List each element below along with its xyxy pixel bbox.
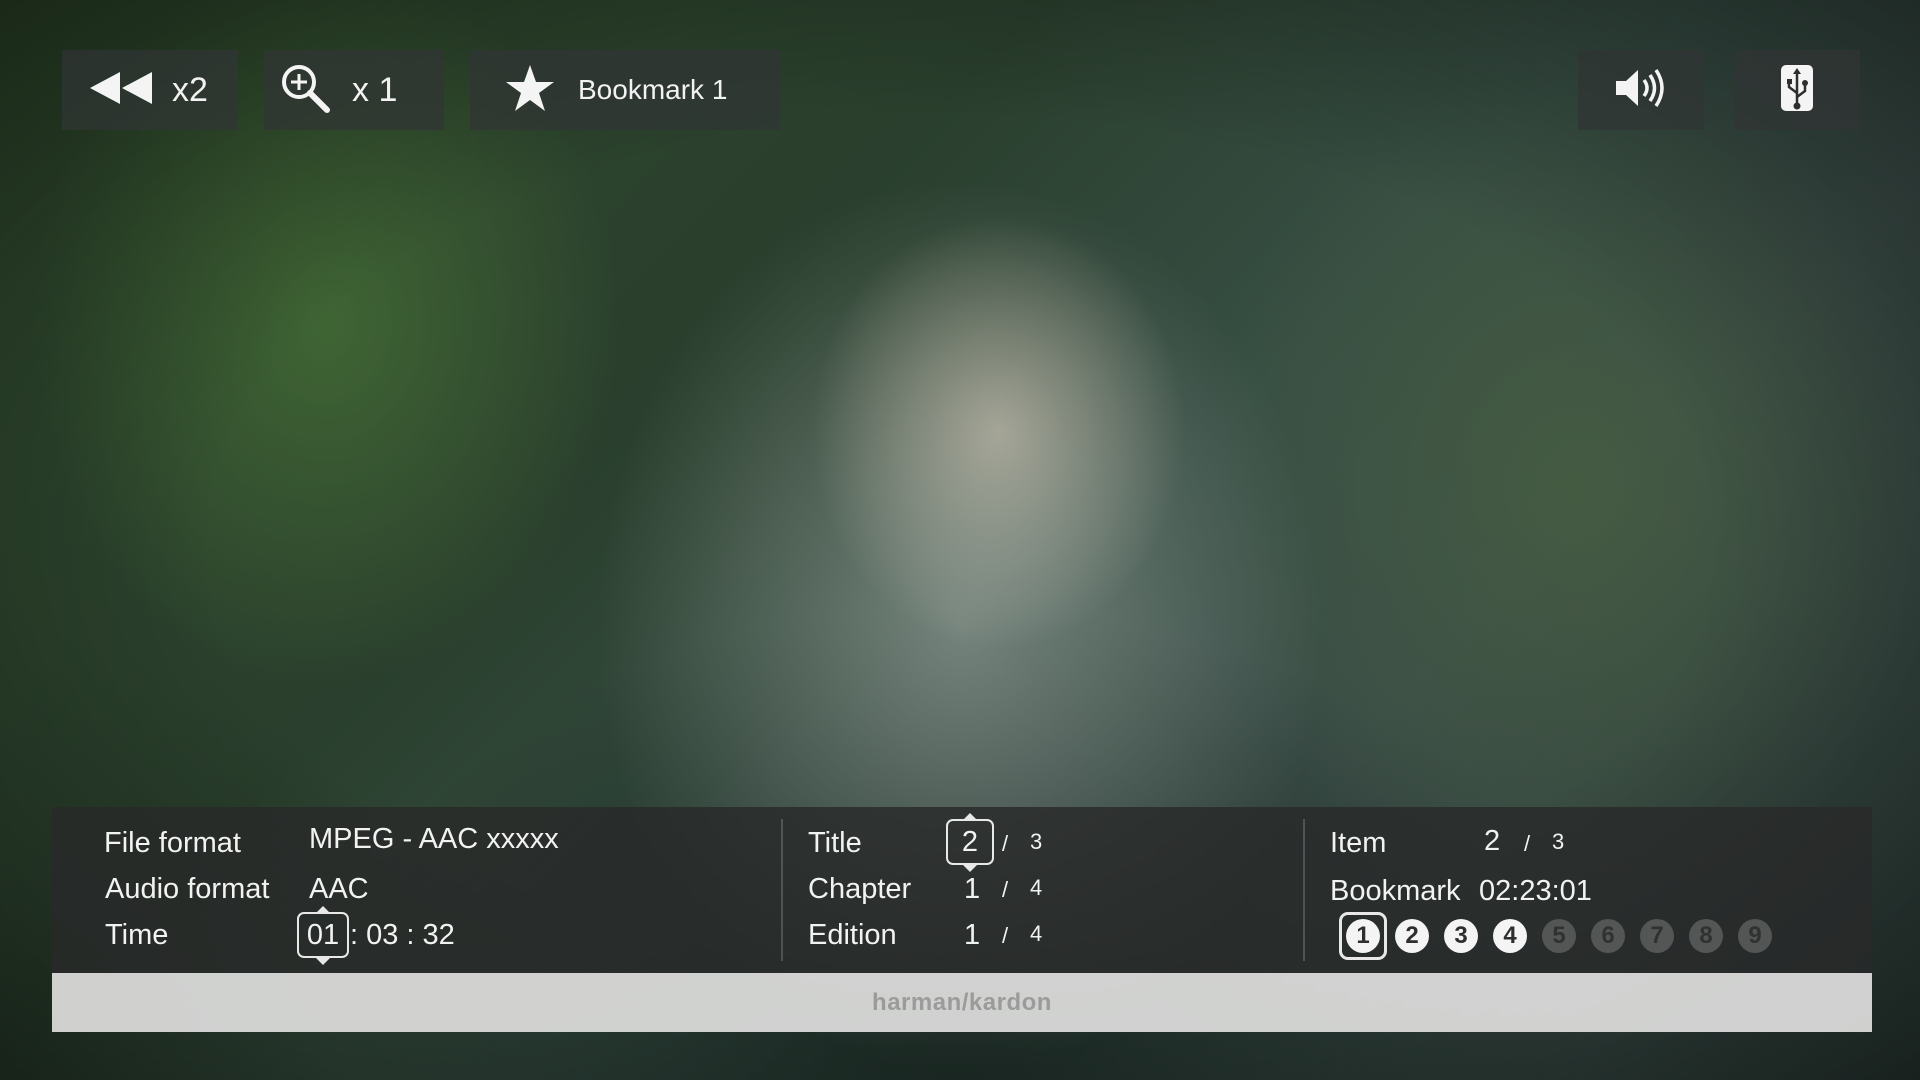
title-label: Title <box>808 827 862 859</box>
title-down-arrow-icon[interactable] <box>963 865 977 872</box>
file-format-value: MPEG - AAC xxxxx <box>309 823 559 855</box>
zoom-button[interactable]: x 1 <box>264 50 444 130</box>
harman-kardon-logo: harman/kardon <box>872 988 1052 1016</box>
audio-format-value: AAC <box>309 873 369 905</box>
rewind-speed-label: x2 <box>172 70 208 109</box>
bookmark-slot-8[interactable]: 8 <box>1689 919 1723 953</box>
chapter-label: Chapter <box>808 873 912 905</box>
panel-divider <box>781 819 783 961</box>
time-up-arrow-icon[interactable] <box>316 906 330 913</box>
bookmark-slot-2[interactable]: 2 <box>1395 919 1429 953</box>
bookmark-slot-3[interactable]: 3 <box>1444 919 1478 953</box>
edition-label: Edition <box>808 919 897 951</box>
bookmark-slot-5[interactable]: 5 <box>1542 919 1576 953</box>
title-current-value: 2 <box>961 825 979 858</box>
edition-current-value: 1 <box>964 919 981 951</box>
item-current-value: 2 <box>1484 825 1501 857</box>
time-rest-value: : 03 : 32 <box>350 919 455 951</box>
bookmark-button[interactable]: Bookmark 1 <box>470 50 780 130</box>
star-icon <box>504 63 556 118</box>
edition-total-value: 4 <box>1030 921 1043 946</box>
item-separator: / <box>1524 831 1531 856</box>
bookmark-label: Bookmark 1 <box>578 74 728 105</box>
chapter-current-value: 1 <box>964 873 981 905</box>
item-total-value: 3 <box>1552 829 1565 854</box>
chapter-total-value: 4 <box>1030 875 1043 900</box>
time-down-arrow-icon[interactable] <box>316 958 330 965</box>
brand-bar: harman/kardon <box>52 973 1872 1032</box>
bookmark-slot-7[interactable]: 7 <box>1640 919 1674 953</box>
bookmark-slot-1[interactable]: 1 <box>1339 912 1387 960</box>
item-label: Item <box>1330 827 1387 859</box>
zoom-level-label: x 1 <box>352 70 398 109</box>
title-total-value: 3 <box>1030 829 1043 854</box>
panel-divider <box>1303 819 1305 961</box>
time-hours-value: 01 <box>306 918 340 951</box>
rewind-icon <box>88 68 154 113</box>
title-separator: / <box>1002 831 1009 856</box>
bookmark-slot-6[interactable]: 6 <box>1591 919 1625 953</box>
bookmark-info-label: Bookmark <box>1330 875 1461 907</box>
playback-info-panel: File format MPEG - AAC xxxxx Audio forma… <box>52 807 1872 973</box>
title-selector[interactable]: 2 <box>946 819 994 865</box>
bookmark-slot-9[interactable]: 9 <box>1738 919 1772 953</box>
file-format-label: File format <box>104 827 241 859</box>
time-hours-selector[interactable]: 01 <box>297 912 349 958</box>
rewind-speed-button[interactable]: x2 <box>62 50 238 130</box>
usb-icon <box>1779 63 1815 118</box>
audio-format-label: Audio format <box>105 873 270 905</box>
speaker-volume-icon <box>1614 66 1668 115</box>
zoom-in-icon <box>278 61 332 120</box>
bookmark-slot-4[interactable]: 4 <box>1493 919 1527 953</box>
bookmark-slot-selection <box>1339 912 1387 960</box>
edition-separator: / <box>1002 923 1009 948</box>
usb-source-button[interactable] <box>1734 50 1860 130</box>
bookmark-time-value: 02:23:01 <box>1479 875 1592 907</box>
chapter-separator: / <box>1002 877 1009 902</box>
volume-button[interactable] <box>1578 50 1704 130</box>
time-label: Time <box>105 919 169 951</box>
title-up-arrow-icon[interactable] <box>963 813 977 820</box>
